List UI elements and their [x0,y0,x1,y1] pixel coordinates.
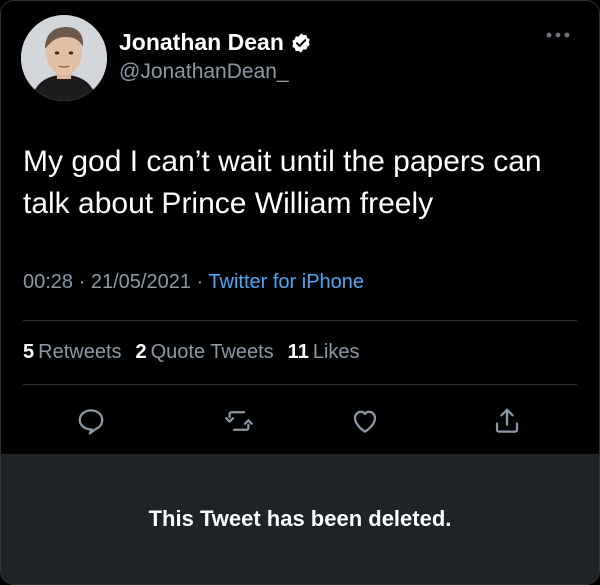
avatar-image [21,15,107,101]
avatar[interactable] [21,15,107,101]
reply-icon [78,409,104,435]
tweet-text: My god I can’t wait until the papers can… [23,145,542,220]
retweet-button[interactable] [217,399,261,443]
likes-label: Likes [312,341,360,363]
tweet-actions [1,399,599,443]
like-icon [353,410,377,433]
retweet-icon [225,411,253,431]
deleted-notice-panel: This Tweet has been deleted. [1,454,599,584]
display-name[interactable]: Jonathan Dean [119,29,284,56]
more-options-icon[interactable] [545,27,571,38]
quote-tweets-stat[interactable]: 2 Quote Tweets [136,341,274,364]
like-button[interactable] [343,399,387,443]
divider [23,320,577,321]
tweet-meta: 00:28 · 21/05/2021 · Twitter for iPhone [23,271,364,294]
user-handle[interactable]: @JonathanDean_ [119,60,312,84]
meta-separator: · [78,271,86,293]
display-name-row: Jonathan Dean [119,29,312,56]
tweet-card: Jonathan Dean @JonathanDean_ My god I ca… [0,0,600,585]
deleted-notice-text: This Tweet has been deleted. [148,506,452,531]
user-names: Jonathan Dean @JonathanDean_ [119,29,312,84]
retweets-count: 5 [23,341,35,363]
tweet-date: 21/05/2021 [90,271,191,293]
quote-tweets-label: Quote Tweets [150,341,274,363]
meta-separator: · [196,271,204,293]
retweets-stat[interactable]: 5 Retweets [23,341,122,364]
verified-badge-icon [290,32,312,54]
tweet-stats: 5 Retweets 2 Quote Tweets 11 Likes [23,341,360,364]
likes-stat[interactable]: 11 Likes [288,341,360,364]
quote-tweets-count: 2 [135,341,147,363]
share-button[interactable] [485,399,529,443]
share-icon [495,408,519,433]
retweets-label: Retweets [38,341,122,363]
tweet-header: Jonathan Dean @JonathanDean_ [21,13,579,103]
likes-count: 11 [287,341,309,363]
tweet-source-link[interactable]: Twitter for iPhone [208,271,364,293]
tweet-time: 00:28 [23,271,74,293]
divider [23,384,577,385]
reply-button[interactable] [69,399,113,443]
